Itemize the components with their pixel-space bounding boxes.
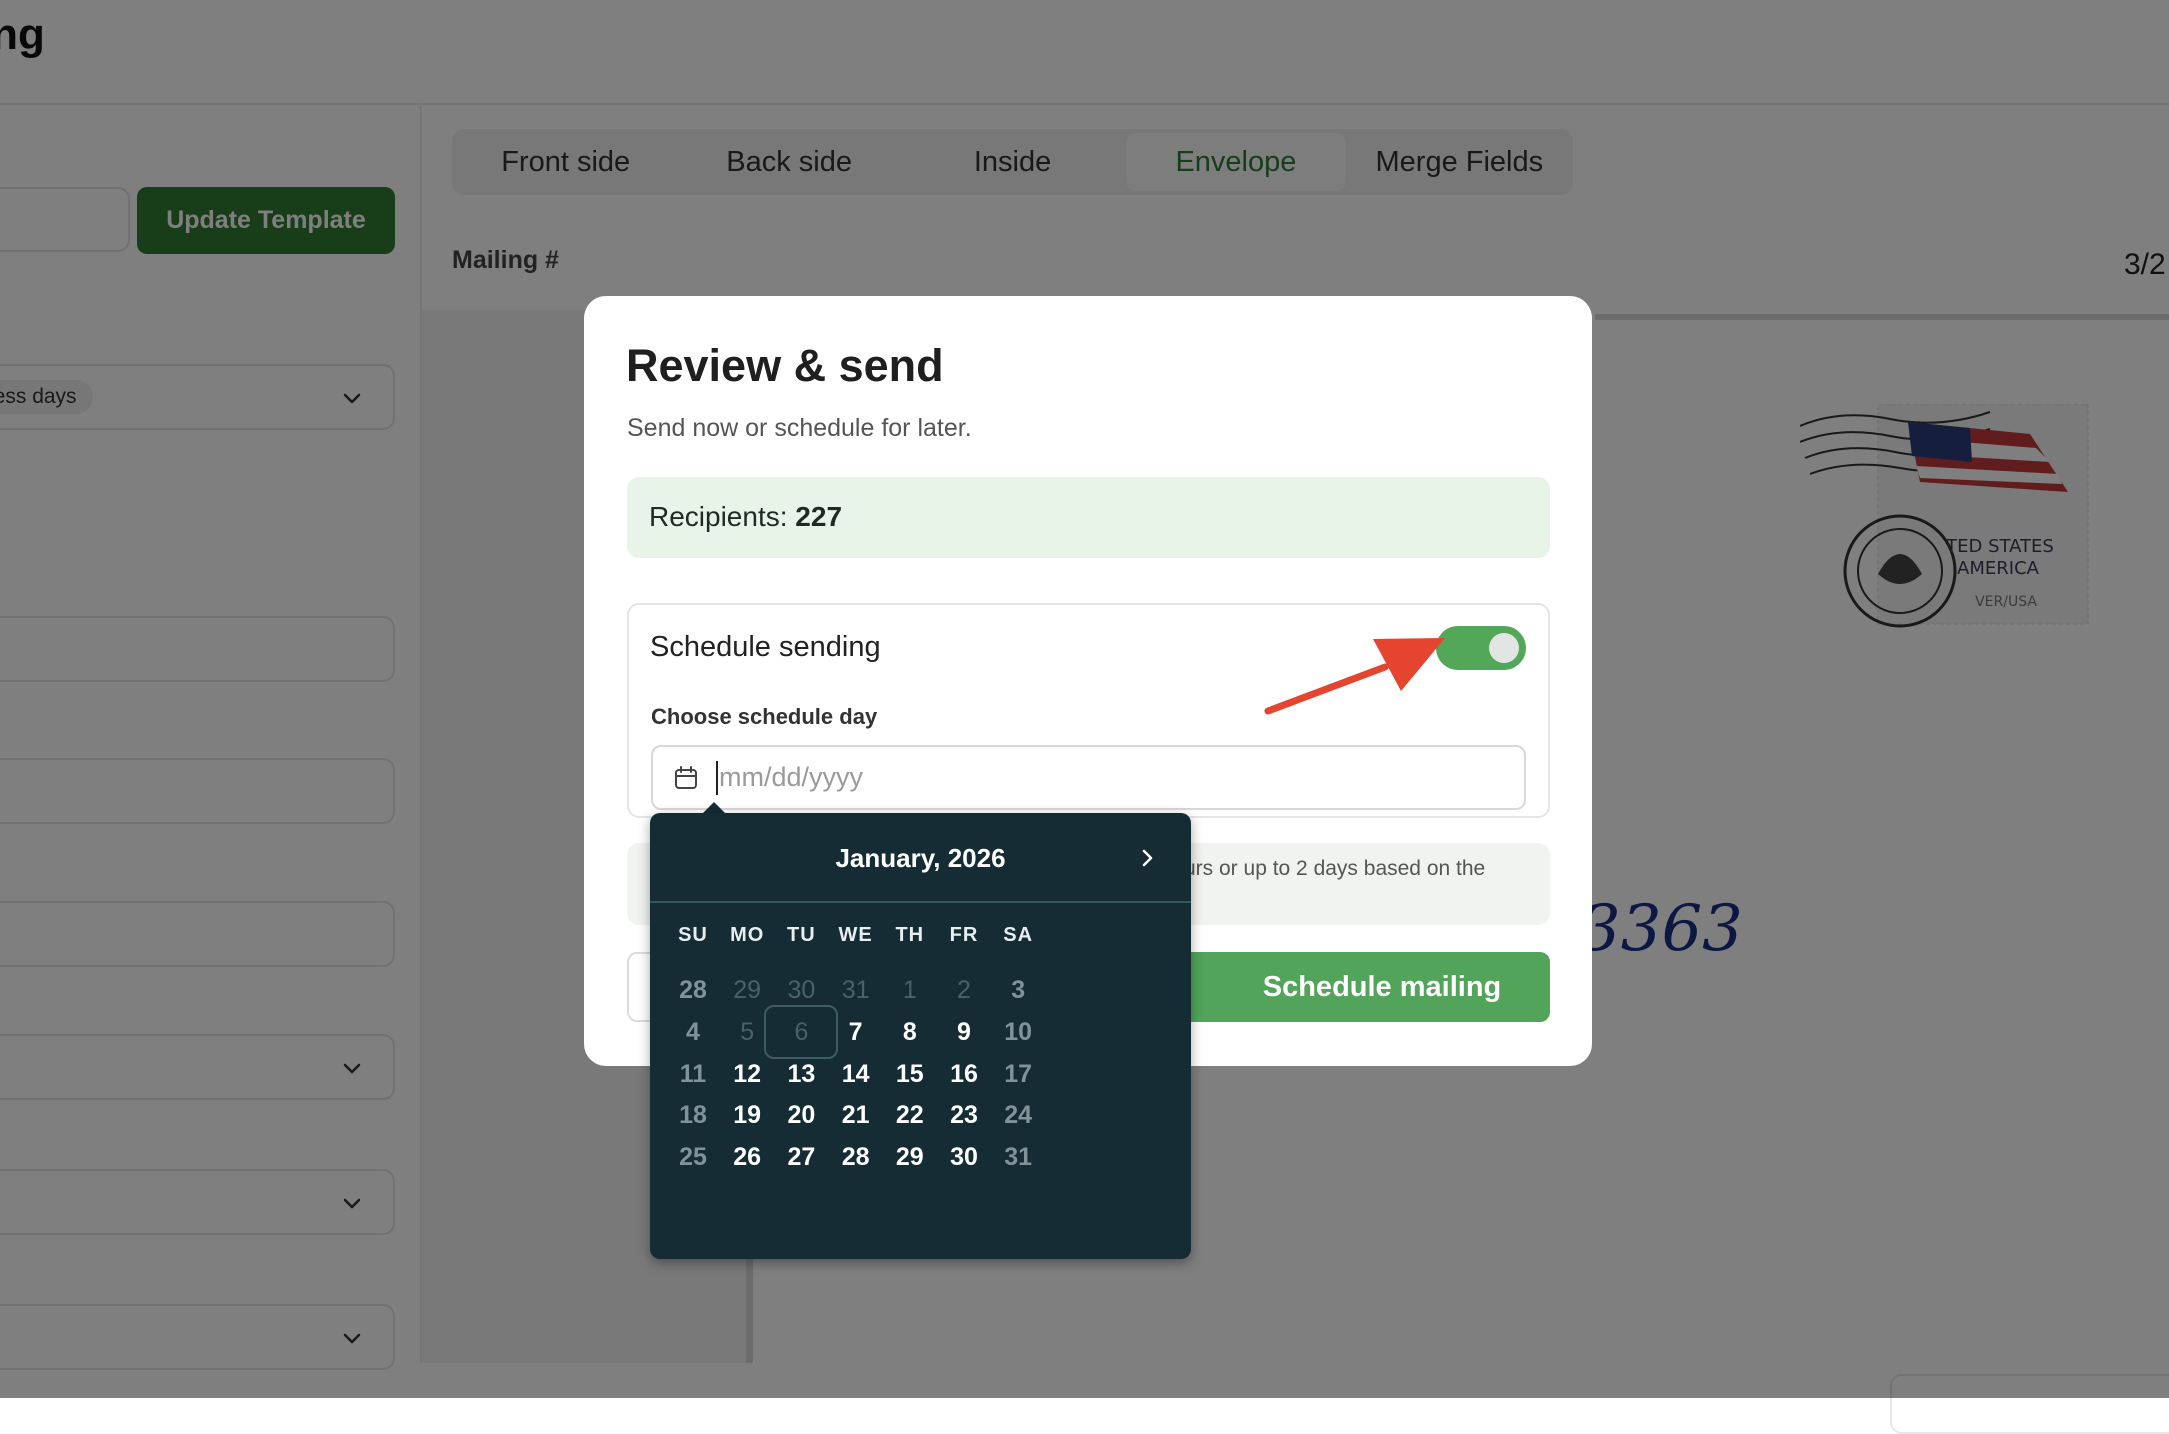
toggle-knob [1489, 633, 1519, 663]
weekday-label: FR [949, 924, 979, 946]
text-caret [716, 761, 718, 795]
weekday-label: SU [678, 924, 708, 946]
recipients-label: Recipients: [649, 501, 788, 532]
choose-day-label: Choose schedule day [651, 704, 878, 729]
weekday-label: WE [838, 924, 873, 946]
schedule-mailing-button[interactable]: Schedule mailing [1154, 952, 1550, 1022]
datepicker-popup: January, 2026 SU MO TU WE TH FR SA 28 29 30 31 1 2 3 4… [650, 813, 1191, 1259]
weekday-label: TU [787, 924, 816, 946]
recipients-summary: Recipients: 227 [627, 477, 1550, 558]
datepicker-divider [650, 901, 1191, 903]
weekday-label: TH [895, 924, 925, 946]
datepicker-month: January, 2026 [835, 843, 1006, 873]
date-placeholder: mm/dd/yyyy [719, 762, 864, 792]
weekday-label: MO [730, 924, 765, 946]
modal-subtitle: Send now or schedule for later. [627, 414, 972, 442]
modal-title: Review & send [626, 340, 944, 391]
schedule-title: Schedule sending [650, 631, 881, 663]
schedule-date-input[interactable]: mm/dd/yyyy [651, 745, 1526, 810]
info-note-text: urs or up to 2 days based on the [1184, 857, 1486, 880]
calendar-day[interactable]: 31 [981, 1130, 1055, 1184]
chevron-right-icon[interactable] [1136, 847, 1158, 869]
recipients-count: 227 [795, 501, 843, 532]
annotation-arrow-icon [1264, 638, 1445, 715]
calendar-icon [675, 766, 697, 789]
weekday-label: SA [1003, 924, 1034, 946]
